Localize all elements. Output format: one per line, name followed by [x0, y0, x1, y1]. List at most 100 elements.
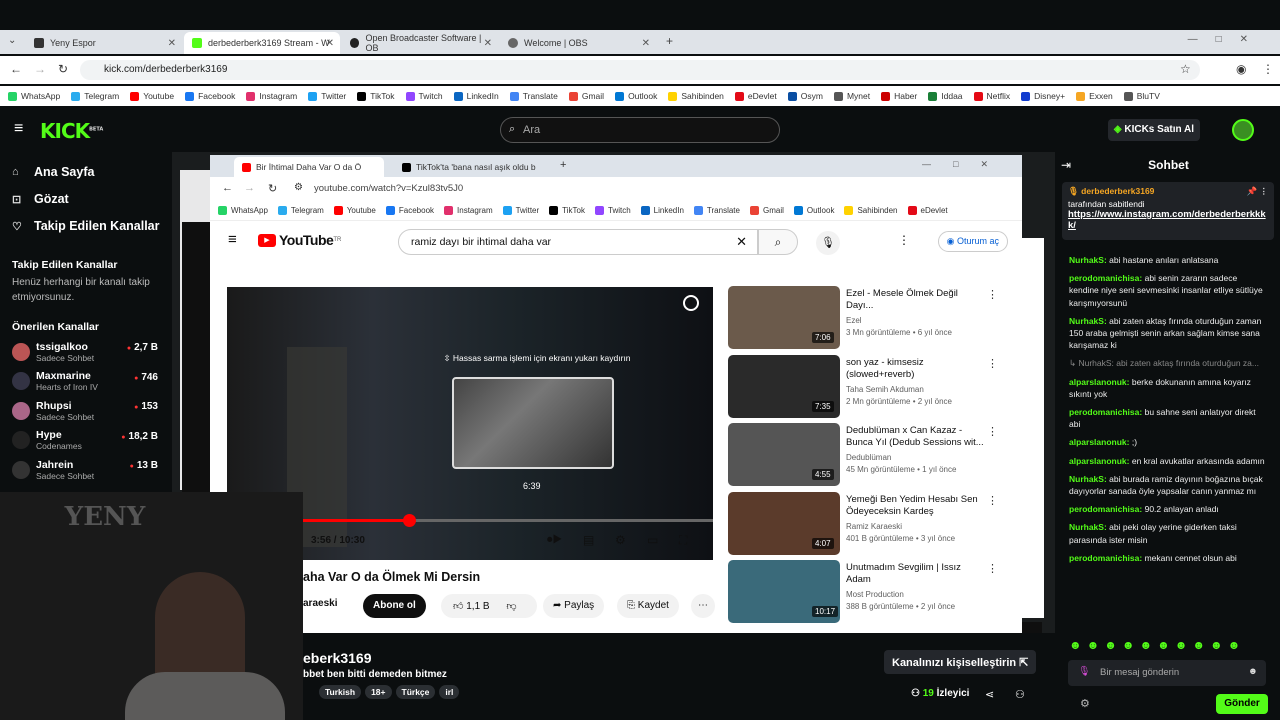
nav-home[interactable]: ⌂ Ana Sayfa: [0, 158, 172, 185]
inner-bookmark-gmail[interactable]: Gmail: [749, 206, 784, 215]
new-tab-button[interactable]: +: [560, 159, 566, 171]
emote-bar[interactable]: ☻☻☻☻☻☻☻☻☻☻: [1069, 638, 1245, 652]
chat-settings-icon[interactable]: ⚙: [1080, 697, 1090, 710]
pinned-link[interactable]: https://www.instagram.com/derbederberkkk…: [1068, 209, 1268, 231]
recommended-channel[interactable]: JahreinSadece Sohbet13 B: [0, 455, 172, 485]
close-icon[interactable]: ✕: [168, 38, 176, 49]
mic-icon[interactable]: 🎙: [816, 231, 840, 255]
close-icon[interactable]: ✕: [326, 38, 334, 49]
bookmark-blutv[interactable]: BluTV: [1123, 91, 1160, 101]
related-video[interactable]: 10:17 Unutmadım Sevgilim | Issız Adam Most…: [728, 560, 1008, 629]
inner-bookmark-sahibinden[interactable]: Sahibinden: [844, 206, 898, 215]
star-icon[interactable]: ☆: [1180, 62, 1191, 76]
tab-yeny[interactable]: Yeny Espor ✕: [26, 32, 182, 54]
autoplay-toggle-icon[interactable]: ⏺▶: [547, 534, 562, 547]
back-icon[interactable]: ←: [10, 62, 22, 76]
settings-icon[interactable]: ⚙: [615, 533, 626, 547]
bookmark-edevlet[interactable]: eDevlet: [734, 91, 777, 101]
stream-tag[interactable]: Turkish: [319, 685, 362, 699]
add-user-icon[interactable]: ⚇: [1015, 688, 1025, 701]
inner-bookmark-twitter[interactable]: Twitter: [502, 206, 539, 215]
window-controls[interactable]: —□✕: [1188, 34, 1266, 45]
bookmark-facebook[interactable]: Facebook: [185, 91, 235, 101]
chat-input[interactable]: 🎙 Bir mesaj gönderin ☻: [1068, 660, 1266, 686]
more-icon[interactable]: ⋮: [987, 494, 998, 507]
bookmark-osym[interactable]: Osym: [787, 91, 823, 101]
buy-kicks-button[interactable]: ◈ KICKs Satın Al: [1107, 119, 1200, 141]
profile-icon[interactable]: ◉: [1236, 62, 1246, 76]
pin-icon[interactable]: 📌 ⋮: [1247, 186, 1268, 197]
share-icon[interactable]: ⋖: [985, 688, 994, 701]
youtube-search-input[interactable]: ramiz dayı bir ihtimal daha var ✕: [398, 229, 758, 255]
recommended-channel[interactable]: HypeCodenames18,2 B: [0, 426, 172, 456]
more-icon[interactable]: ⋮: [898, 233, 910, 247]
menu-icon[interactable]: ⋮: [1262, 62, 1274, 76]
inner-bookmark-telegram[interactable]: Telegram: [277, 206, 324, 215]
bookmark-netflix[interactable]: Netflix: [973, 91, 1010, 101]
bookmark-disney[interactable]: Disney+: [1021, 91, 1065, 101]
inner-bookmark-edevlet[interactable]: eDevlet: [907, 206, 948, 215]
save-button[interactable]: ⎘ Kaydet: [617, 594, 679, 618]
inner-bookmark-instagram[interactable]: Instagram: [444, 206, 493, 215]
tab-obs-welcome[interactable]: Welcome | OBS ✕: [500, 32, 656, 54]
share-button[interactable]: ➦ Paylaş: [543, 594, 605, 618]
related-video[interactable]: 4:07 Yemeği Ben Yedim Hesabı Sen Ödeyecek…: [728, 491, 1008, 561]
channel-name[interactable]: araeski: [303, 598, 337, 609]
bookmark-linkedin[interactable]: LinkedIn: [453, 91, 499, 101]
stream-tag[interactable]: irl: [439, 685, 460, 699]
youtube-logo[interactable]: ▶ YouTube TR: [258, 232, 341, 248]
recommended-channel[interactable]: tssigalkooSadece Sohbet2,7 B: [0, 337, 172, 367]
stream-tag[interactable]: Türkçe: [395, 685, 436, 699]
inner-bookmark-youtube[interactable]: Youtube: [333, 206, 376, 215]
fullscreen-icon[interactable]: ⛶: [679, 533, 687, 548]
bookmark-gmail[interactable]: Gmail: [568, 91, 604, 101]
bookmark-whatsapp[interactable]: WhatsApp: [8, 91, 60, 101]
bookmark-youtube[interactable]: Youtube: [130, 91, 174, 101]
window-controls[interactable]: —□✕: [922, 159, 1010, 170]
kick-logo[interactable]: KICKBETA: [40, 119, 103, 143]
theater-icon[interactable]: ▭: [647, 533, 658, 547]
bookmark-telegram[interactable]: Telegram: [71, 91, 119, 101]
bookmark-twitch[interactable]: Twitch: [405, 91, 443, 101]
bookmark-haber[interactable]: Haber: [881, 91, 917, 101]
customize-channel-button[interactable]: Kanalınızı kişiselleştirin ⇱: [884, 650, 1037, 674]
subscribe-button[interactable]: Abone ol: [363, 594, 426, 618]
inner-bookmark-facebook[interactable]: Facebook: [385, 206, 434, 215]
like-button[interactable]: 👍︎ 1,1 B 👎︎: [441, 594, 537, 618]
tab-kick[interactable]: derbederberk3169 Stream - W ✕: [184, 32, 340, 54]
inner-bookmark-linkedin[interactable]: LinkedIn: [640, 206, 684, 215]
recommended-channel[interactable]: MaxmarineHearts of Iron IV746: [0, 367, 172, 397]
inner-bookmark-outlook[interactable]: Outlook: [793, 206, 834, 215]
inner-bookmark-whatsapp[interactable]: WhatsApp: [218, 206, 268, 215]
bookmark-instagram[interactable]: Instagram: [246, 91, 297, 101]
tab-list-icon[interactable]: ⌄: [8, 35, 16, 46]
search-icon[interactable]: ⌕: [758, 229, 798, 255]
related-video[interactable]: 4:55 Dedublüman x Can Kazaz - Bunca Yıl (…: [728, 423, 1008, 492]
inner-bookmark-translate[interactable]: Translate: [693, 206, 740, 215]
user-avatar[interactable]: [1232, 119, 1254, 141]
signin-button[interactable]: ◉ Oturum aç: [937, 231, 1008, 252]
bookmark-translate[interactable]: Translate: [509, 91, 558, 101]
more-icon[interactable]: ⋮: [987, 288, 998, 301]
subtitles-icon[interactable]: ▤: [583, 533, 594, 547]
bookmark-tiktok[interactable]: TikTok: [357, 91, 395, 101]
url-input[interactable]: kick.com/derbederberk3169: [80, 60, 1200, 80]
new-tab-button[interactable]: +: [666, 34, 673, 48]
more-icon[interactable]: ⋮: [987, 562, 998, 575]
info-icon[interactable]: i: [683, 295, 699, 311]
stream-tag[interactable]: 18+: [365, 685, 392, 699]
related-video[interactable]: 7:35 son yaz - kimsesiz (slowed+reverb) Ta…: [728, 354, 1008, 424]
nav-following[interactable]: ♡ Takip Edilen Kanallar: [0, 212, 172, 239]
emoji-icon[interactable]: ☻: [1248, 666, 1258, 677]
bookmark-exxen[interactable]: Exxen: [1076, 91, 1113, 101]
more-icon[interactable]: ⋮: [987, 425, 998, 438]
tab-obs[interactable]: Open Broadcaster Software | OB ✕: [342, 32, 498, 54]
send-button[interactable]: Gönder: [1216, 694, 1268, 714]
hamburger-icon[interactable]: ≡: [14, 120, 23, 138]
search-input[interactable]: ⌕ Ara: [500, 117, 780, 143]
forward-icon[interactable]: →: [34, 62, 46, 76]
bookmark-iddaa[interactable]: Iddaa: [928, 91, 963, 101]
inner-tab-tiktok[interactable]: TikTok'ta 'bana nasıl aşık oldu b: [394, 157, 544, 177]
inner-tab-youtube[interactable]: Bir İhtimal Daha Var O da Ö: [234, 157, 384, 177]
bookmark-outlook[interactable]: Outlook: [615, 91, 657, 101]
